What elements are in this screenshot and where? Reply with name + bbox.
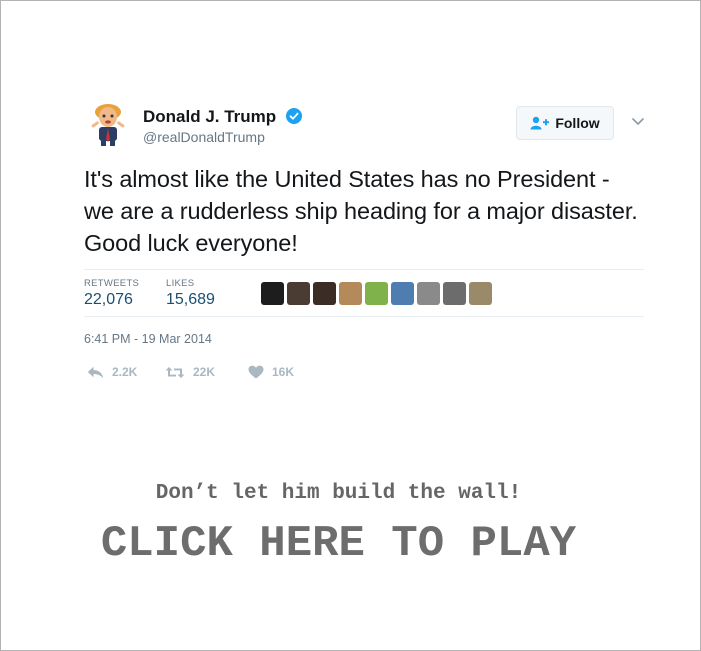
embed-frame: Donald J. Trump @realDonaldTrump Follow … xyxy=(0,0,701,651)
liker-avatar[interactable] xyxy=(339,282,362,305)
chevron-down-icon[interactable] xyxy=(631,117,645,127)
reply-icon xyxy=(87,366,104,378)
liker-avatar[interactable] xyxy=(417,282,440,305)
divider-top xyxy=(84,269,644,270)
author-name[interactable]: Donald J. Trump xyxy=(143,107,276,127)
retweet-action[interactable]: 22K xyxy=(165,365,215,379)
liker-avatar[interactable] xyxy=(365,282,388,305)
reply-count: 2.2K xyxy=(112,365,138,379)
retweet-count: 22K xyxy=(193,365,216,379)
divider-bottom xyxy=(84,316,644,317)
play-button[interactable]: CLICK HERE TO PLAY xyxy=(1,519,676,569)
likes-label: LIKES xyxy=(166,278,195,289)
liker-avatar[interactable] xyxy=(469,282,492,305)
liker-avatar[interactable] xyxy=(313,282,336,305)
add-user-icon xyxy=(530,116,550,130)
retweets-label: RETWEETS xyxy=(84,278,140,289)
retweet-icon xyxy=(165,366,185,378)
reply-action[interactable]: 2.2K xyxy=(87,365,137,379)
tweet-timestamp[interactable]: 6:41 PM - 19 Mar 2014 xyxy=(84,332,212,346)
like-action[interactable]: 16K xyxy=(248,365,294,379)
liker-avatar[interactable] xyxy=(391,282,414,305)
heart-icon xyxy=(248,365,264,379)
author-handle[interactable]: @realDonaldTrump xyxy=(143,129,265,145)
liker-avatar[interactable] xyxy=(261,282,284,305)
verified-badge-icon xyxy=(286,108,302,124)
avatar[interactable] xyxy=(84,99,132,147)
follow-button-label: Follow xyxy=(555,115,600,131)
liker-avatar[interactable] xyxy=(443,282,466,305)
cta-subtitle: Don’t let him build the wall! xyxy=(155,482,522,505)
like-count: 16K xyxy=(272,365,295,379)
tweet-text: It's almost like the United States has n… xyxy=(84,166,638,256)
liker-avatars xyxy=(261,282,492,305)
liker-avatar[interactable] xyxy=(287,282,310,305)
follow-button[interactable]: Follow xyxy=(516,106,614,140)
likes-count[interactable]: 15,689 xyxy=(166,291,215,309)
retweets-count[interactable]: 22,076 xyxy=(84,291,133,309)
